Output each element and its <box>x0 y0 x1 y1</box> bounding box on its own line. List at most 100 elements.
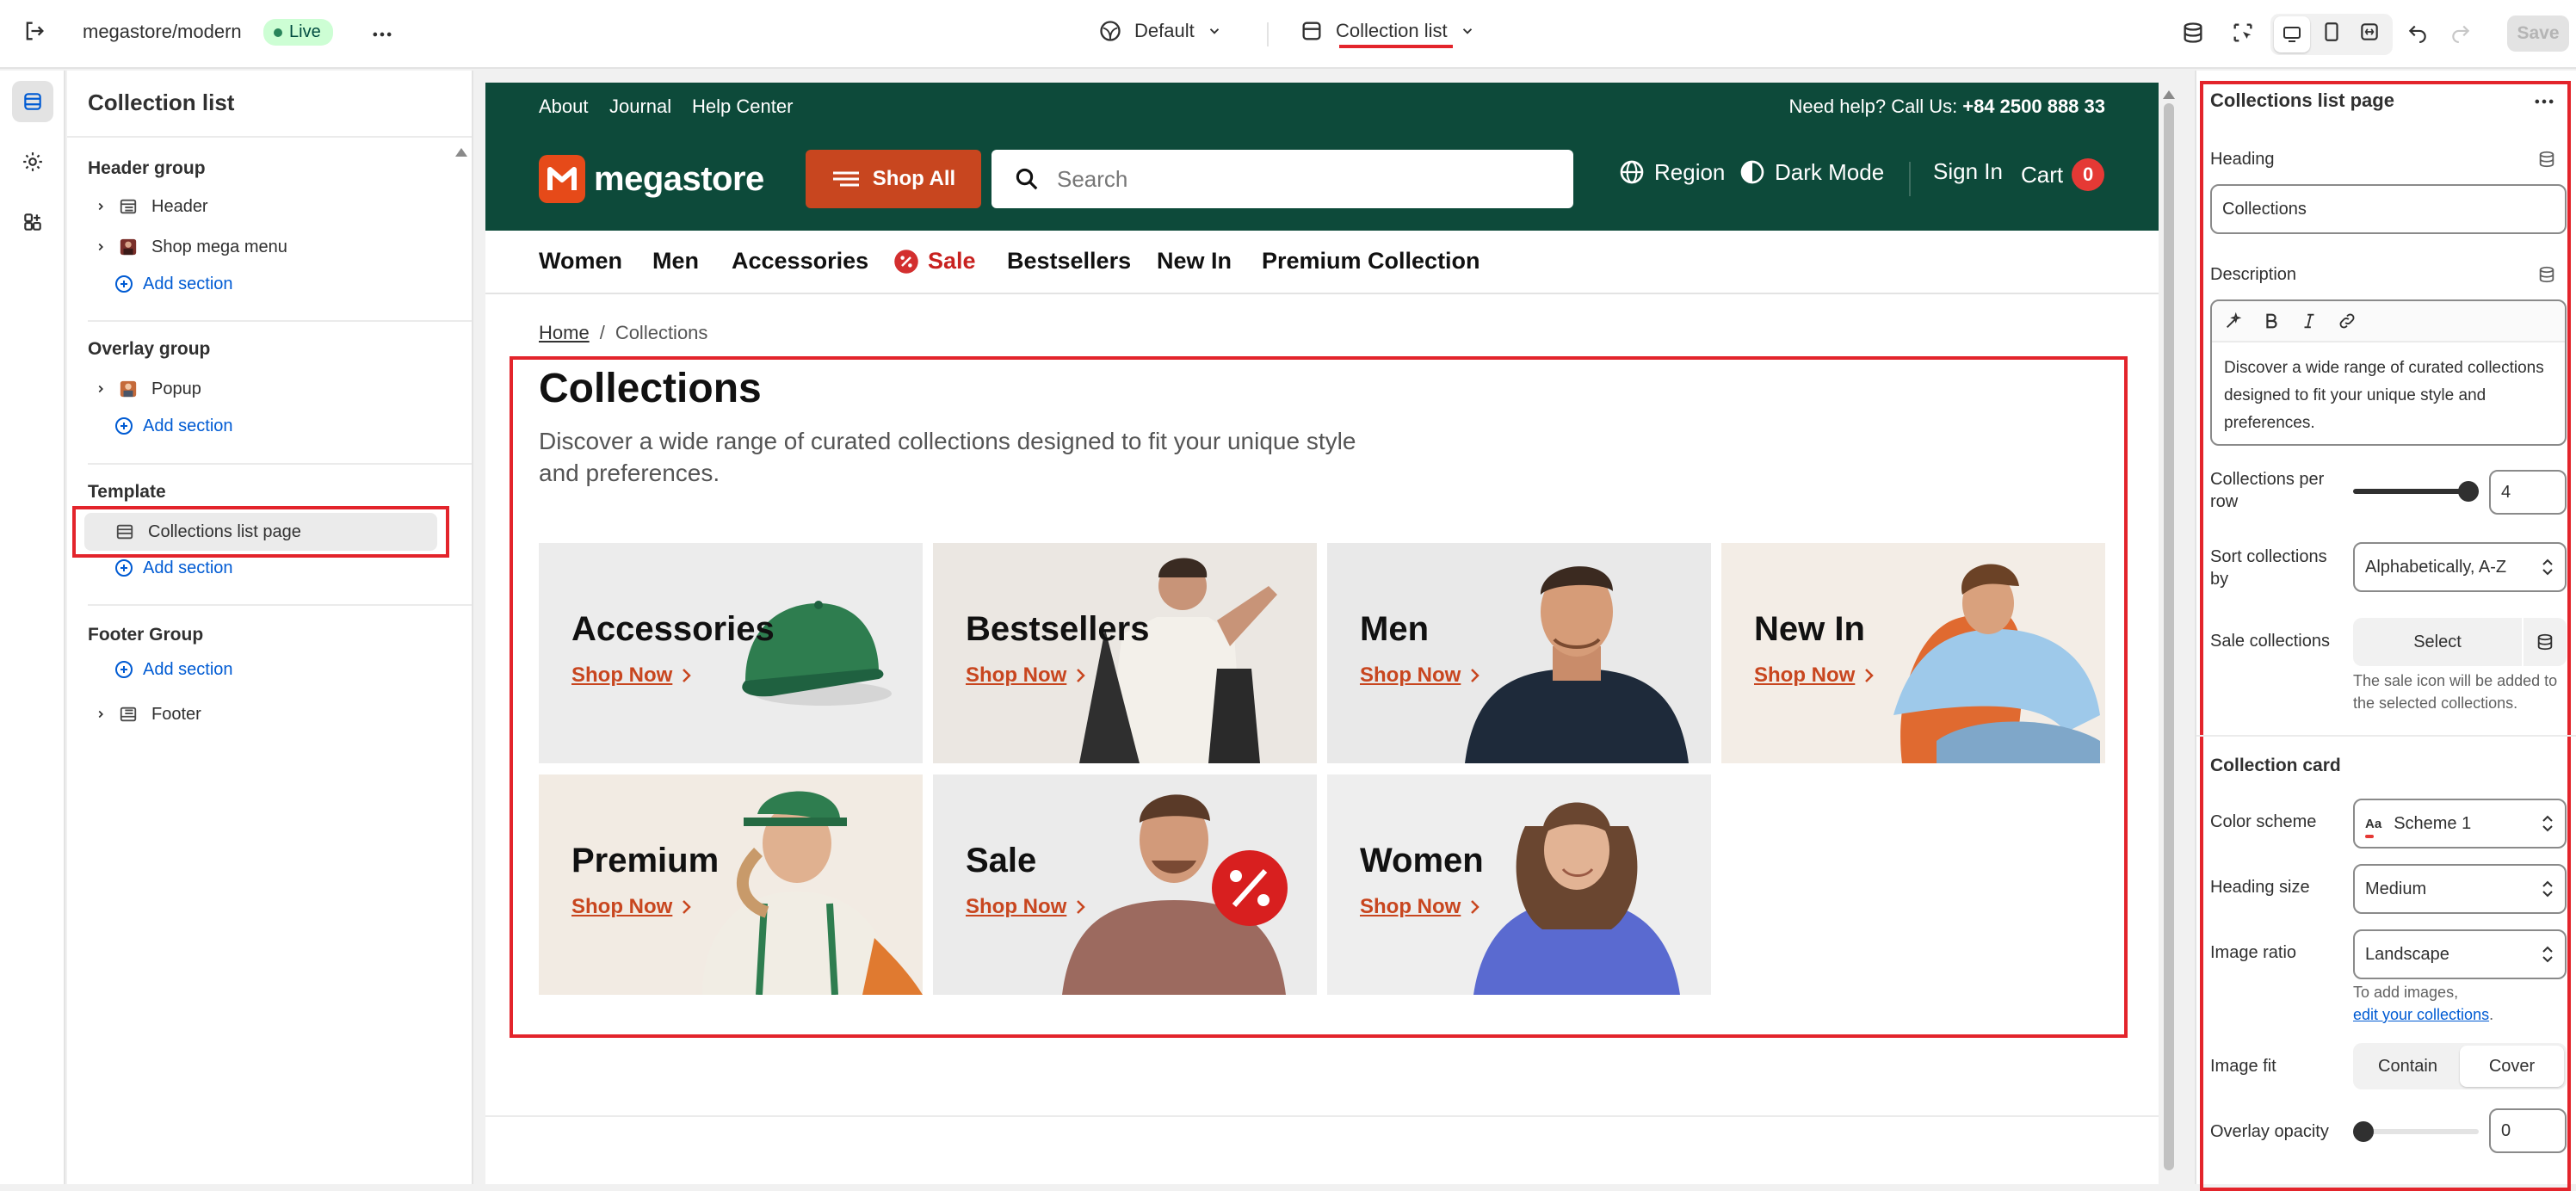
sort-select[interactable]: Alphabetically, A-Z <box>2353 542 2567 592</box>
plus-circle-icon <box>115 559 133 577</box>
announcement-link[interactable]: Help Center <box>692 96 793 118</box>
divider <box>88 463 472 465</box>
shop-now-link[interactable]: Shop Now <box>1360 663 1481 688</box>
mega-menu-thumbnail-icon <box>114 238 143 256</box>
chevron-right-icon[interactable] <box>88 708 114 720</box>
chevron-right-icon[interactable] <box>88 383 114 395</box>
per-row-input[interactable]: 4 <box>2489 470 2567 515</box>
redo-icon[interactable] <box>2449 21 2472 43</box>
collection-card-bestsellers[interactable]: Bestsellers Shop Now <box>933 543 1317 763</box>
collection-card-premium[interactable]: Premium Shop Now <box>539 774 923 995</box>
apps-icon[interactable] <box>12 201 53 243</box>
per-row-slider-handle[interactable] <box>2458 481 2479 502</box>
nav-link-accessories[interactable]: Accessories <box>732 248 868 275</box>
description-editor[interactable]: Discover a wide range of curated collect… <box>2210 299 2567 446</box>
overlay-opacity-input[interactable]: 0 <box>2489 1108 2567 1153</box>
image-fit-contain[interactable]: Contain <box>2356 1046 2460 1087</box>
nav-link-premium-collection[interactable]: Premium Collection <box>1262 248 1480 275</box>
status-dot <box>274 28 282 37</box>
dark-mode-toggle[interactable]: Dark Mode <box>1739 158 1884 186</box>
dynamic-source-icon[interactable] <box>2523 618 2567 666</box>
nav-link-women[interactable]: Women <box>539 248 622 275</box>
more-options-icon[interactable] <box>2532 89 2556 118</box>
model-image <box>1465 566 1689 763</box>
desktop-view-icon[interactable] <box>2274 16 2310 52</box>
nav-link-bestsellers[interactable]: Bestsellers <box>1007 248 1131 275</box>
heading-input[interactable]: Collections <box>2210 184 2567 234</box>
magic-sparkle-icon[interactable] <box>2224 312 2243 330</box>
search-input[interactable]: Search <box>991 150 1573 208</box>
shop-now-link[interactable]: Shop Now <box>966 895 1087 919</box>
tree-item-shop-mega-menu[interactable]: Shop mega menu <box>88 228 449 266</box>
help-text: Need help? Call Us: <box>1788 96 1958 117</box>
add-section-button[interactable]: Add section <box>114 558 233 578</box>
announcement-link[interactable]: About <box>539 96 589 118</box>
save-button[interactable]: Save <box>2507 15 2569 52</box>
collection-card-men[interactable]: Men Shop Now <box>1327 543 1711 763</box>
bold-icon[interactable] <box>2262 312 2281 330</box>
heading-size-select[interactable]: Medium <box>2353 864 2567 914</box>
collection-card-accessories[interactable]: Accessories Shop Now <box>539 543 923 763</box>
more-actions-icon[interactable] <box>370 22 394 46</box>
shop-now-link[interactable]: Shop Now <box>966 663 1087 688</box>
nav-link-new-in[interactable]: New In <box>1157 248 1232 275</box>
inspector-icon[interactable] <box>2231 21 2255 45</box>
fullscreen-icon[interactable] <box>2358 21 2381 43</box>
store-name[interactable]: megastore/modern <box>83 21 242 43</box>
region-selector[interactable]: Region <box>1618 158 1725 186</box>
store-header: megastore Shop All Search Region Dark Mo… <box>485 131 2159 231</box>
color-scheme-select[interactable]: Aa Scheme 1 <box>2353 799 2567 849</box>
add-section-button[interactable]: Add section <box>114 659 233 680</box>
collection-card-new-in[interactable]: New In Shop Now <box>1721 543 2105 763</box>
shop-now-link[interactable]: Shop Now <box>1360 895 1481 919</box>
edit-collections-link[interactable]: edit your collections <box>2353 1006 2489 1023</box>
sections-panel: Collection list Header group Header Shop… <box>67 71 473 1184</box>
chevron-right-icon <box>1865 669 1875 682</box>
exit-icon[interactable] <box>22 19 46 43</box>
tree-item-popup[interactable]: Popup <box>88 370 449 408</box>
nav-link-sale[interactable]: Sale <box>893 248 976 275</box>
phone-number[interactable]: +84 2500 888 33 <box>1962 96 2105 118</box>
add-section-button[interactable]: Add section <box>114 274 233 294</box>
template-selector[interactable]: Collection list <box>1300 19 1475 43</box>
nav-link-men[interactable]: Men <box>652 248 699 275</box>
sections-icon[interactable] <box>12 81 53 122</box>
per-row-slider[interactable] <box>2353 481 2479 502</box>
announcement-link[interactable]: Journal <box>609 96 671 118</box>
selected-section-highlight <box>72 506 449 558</box>
scroll-up-icon[interactable] <box>454 146 468 163</box>
shop-now-link[interactable]: Shop Now <box>571 895 693 919</box>
collection-card-sale[interactable]: Sale Shop Now <box>933 774 1317 995</box>
sign-in-link[interactable]: Sign In <box>1933 158 2003 185</box>
settings-gear-icon[interactable] <box>12 141 53 182</box>
undo-icon[interactable] <box>2406 21 2429 43</box>
link-icon[interactable] <box>2338 312 2357 330</box>
add-section-button[interactable]: Add section <box>114 416 233 436</box>
shop-all-button[interactable]: Shop All <box>806 150 981 208</box>
theme-selector[interactable]: Default <box>1098 19 1222 43</box>
dynamic-source-icon[interactable] <box>2537 150 2556 173</box>
cart-link[interactable]: Cart 0 <box>2021 158 2105 191</box>
image-ratio-select[interactable]: Landscape <box>2353 929 2567 979</box>
italic-icon[interactable] <box>2300 312 2319 330</box>
overlay-opacity-slider[interactable] <box>2353 1121 2479 1142</box>
scrollbar-thumb[interactable] <box>2164 103 2174 1170</box>
tree-item-header[interactable]: Header <box>88 188 449 225</box>
mobile-view-icon[interactable] <box>2320 21 2343 43</box>
overlay-opacity-handle[interactable] <box>2353 1121 2374 1142</box>
breadcrumb-home[interactable]: Home <box>539 322 590 344</box>
shop-now-link[interactable]: Shop Now <box>1754 663 1875 688</box>
image-ratio-value: Landscape <box>2365 944 2449 964</box>
image-fit-cover[interactable]: Cover <box>2460 1046 2564 1087</box>
breadcrumb-separator: / <box>599 322 605 343</box>
store-logo[interactable]: megastore <box>539 155 764 203</box>
database-icon[interactable] <box>2181 21 2205 45</box>
tree-item-footer[interactable]: Footer <box>88 695 449 733</box>
select-collections-button[interactable]: Select <box>2353 618 2523 666</box>
dynamic-source-icon[interactable] <box>2537 265 2556 288</box>
collection-card-women[interactable]: Women Shop Now <box>1327 774 1711 995</box>
shop-now-link[interactable]: Shop Now <box>571 663 693 688</box>
chevron-right-icon[interactable] <box>88 241 114 253</box>
preview-scrollbar[interactable] <box>2160 83 2178 1184</box>
chevron-right-icon[interactable] <box>88 201 114 213</box>
